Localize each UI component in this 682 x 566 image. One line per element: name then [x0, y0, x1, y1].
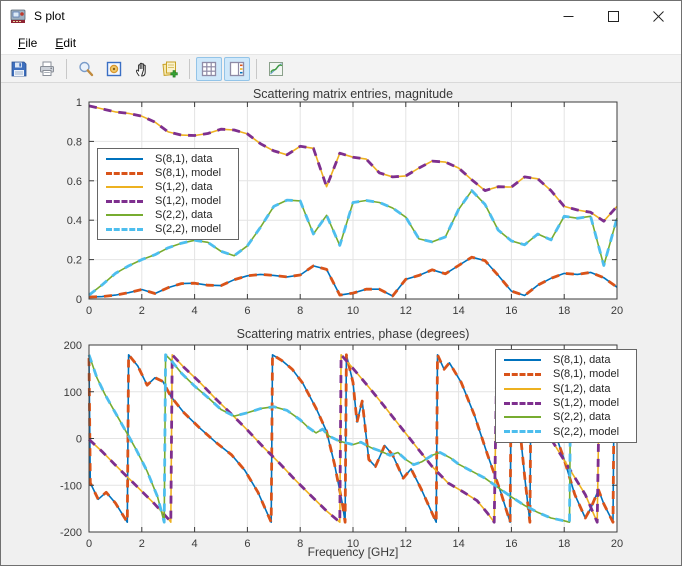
svg-text:14: 14 — [452, 305, 464, 317]
svg-text:6: 6 — [244, 305, 250, 317]
legend-item[interactable]: S(8,1), model — [496, 367, 636, 381]
grid-icon — [200, 60, 218, 78]
pan-hand-icon — [133, 60, 151, 78]
legend-line-sample — [106, 228, 143, 231]
toolbar — [1, 55, 681, 83]
svg-text:4: 4 — [192, 305, 198, 317]
legend-item[interactable]: S(8,1), model — [98, 166, 238, 180]
figure-area: 0246810121416182000.20.40.60.81024681012… — [1, 84, 681, 565]
svg-text:2: 2 — [139, 305, 145, 317]
legend-item[interactable]: S(2,2), model — [496, 425, 636, 439]
zoom-box-icon — [105, 60, 123, 78]
svg-text:100: 100 — [64, 387, 82, 399]
legend-item[interactable]: S(2,2), model — [98, 222, 238, 236]
maximize-icon — [608, 11, 619, 22]
app-icon — [10, 8, 26, 24]
toolbar-separator — [189, 59, 190, 79]
phase-legend[interactable]: S(8,1), data S(8,1), model S(1,2), data … — [495, 349, 637, 443]
svg-text:8: 8 — [297, 305, 303, 317]
svg-text:200: 200 — [64, 340, 82, 352]
maximize-button[interactable] — [591, 1, 636, 31]
legend-line-sample — [106, 214, 143, 216]
x-axis-label: Frequency [GHz] — [89, 545, 617, 559]
grid-toggle-button[interactable] — [196, 57, 222, 81]
legend-item[interactable]: S(8,1), data — [496, 353, 636, 367]
magnifier-icon — [77, 60, 95, 78]
zoom-box-button[interactable] — [101, 57, 127, 81]
svg-text:0.8: 0.8 — [67, 136, 82, 148]
save-icon — [10, 60, 28, 78]
toolbar-separator — [256, 59, 257, 79]
legend-item[interactable]: S(2,2), data — [496, 410, 636, 424]
svg-text:0: 0 — [76, 434, 82, 446]
legend-item[interactable]: S(1,2), data — [496, 382, 636, 396]
phase-plot-title: Scattering matrix entries, phase (degree… — [89, 327, 617, 341]
legend-line-sample — [106, 172, 143, 175]
svg-text:16: 16 — [505, 305, 517, 317]
legend-line-sample — [504, 402, 541, 405]
pan-button[interactable] — [129, 57, 155, 81]
legend-item[interactable]: S(8,1), data — [98, 152, 238, 166]
legend-item[interactable]: S(1,2), model — [98, 194, 238, 208]
magnitude-plot-title: Scattering matrix entries, magnitude — [89, 87, 617, 101]
magnitude-legend[interactable]: S(8,1), data S(8,1), model S(1,2), data … — [97, 148, 239, 240]
legend-icon — [228, 60, 246, 78]
minimize-icon — [563, 11, 574, 22]
svg-text:-100: -100 — [60, 480, 82, 492]
legend-item[interactable]: S(2,2), data — [98, 208, 238, 222]
plot-tools-icon — [267, 60, 285, 78]
svg-text:12: 12 — [400, 305, 412, 317]
legend-item[interactable]: S(1,2), model — [496, 396, 636, 410]
legend-line-sample — [106, 158, 143, 160]
toolbar-separator — [66, 59, 67, 79]
svg-text:0: 0 — [86, 305, 92, 317]
legend-line-sample — [504, 373, 541, 376]
save-button[interactable] — [6, 57, 32, 81]
legend-line-sample — [106, 200, 143, 203]
legend-line-sample — [504, 430, 541, 433]
legend-line-sample — [504, 388, 541, 390]
svg-text:0.2: 0.2 — [67, 255, 82, 267]
print-button[interactable] — [34, 57, 60, 81]
matlab-app-icon — [10, 8, 26, 24]
menu-edit[interactable]: Edit — [46, 33, 85, 53]
svg-text:0.4: 0.4 — [67, 215, 82, 227]
legend-line-sample — [106, 186, 143, 188]
title-bar: S plot — [1, 1, 681, 31]
menu-bar: File Edit — [1, 31, 681, 55]
svg-text:18: 18 — [558, 305, 570, 317]
window-title: S plot — [34, 9, 65, 23]
svg-text:0: 0 — [76, 294, 82, 306]
legend-item[interactable]: S(1,2), data — [98, 180, 238, 194]
notes-plus-icon — [161, 60, 179, 78]
app-window: S plot File Edit — [0, 0, 682, 566]
minimize-button[interactable] — [546, 1, 591, 31]
legend-toggle-button[interactable] — [224, 57, 250, 81]
add-annotation-button[interactable] — [157, 57, 183, 81]
plot-tools-button[interactable] — [263, 57, 289, 81]
window-controls — [546, 1, 681, 31]
svg-text:0.6: 0.6 — [67, 176, 82, 188]
svg-text:20: 20 — [611, 305, 623, 317]
menu-file[interactable]: File — [9, 33, 46, 53]
svg-text:-200: -200 — [60, 527, 82, 539]
print-icon — [38, 60, 56, 78]
zoom-button[interactable] — [73, 57, 99, 81]
close-button[interactable] — [636, 1, 681, 31]
svg-text:1: 1 — [76, 97, 82, 109]
legend-line-sample — [504, 359, 541, 361]
legend-line-sample — [504, 416, 541, 418]
svg-text:10: 10 — [347, 305, 359, 317]
close-icon — [653, 11, 664, 22]
